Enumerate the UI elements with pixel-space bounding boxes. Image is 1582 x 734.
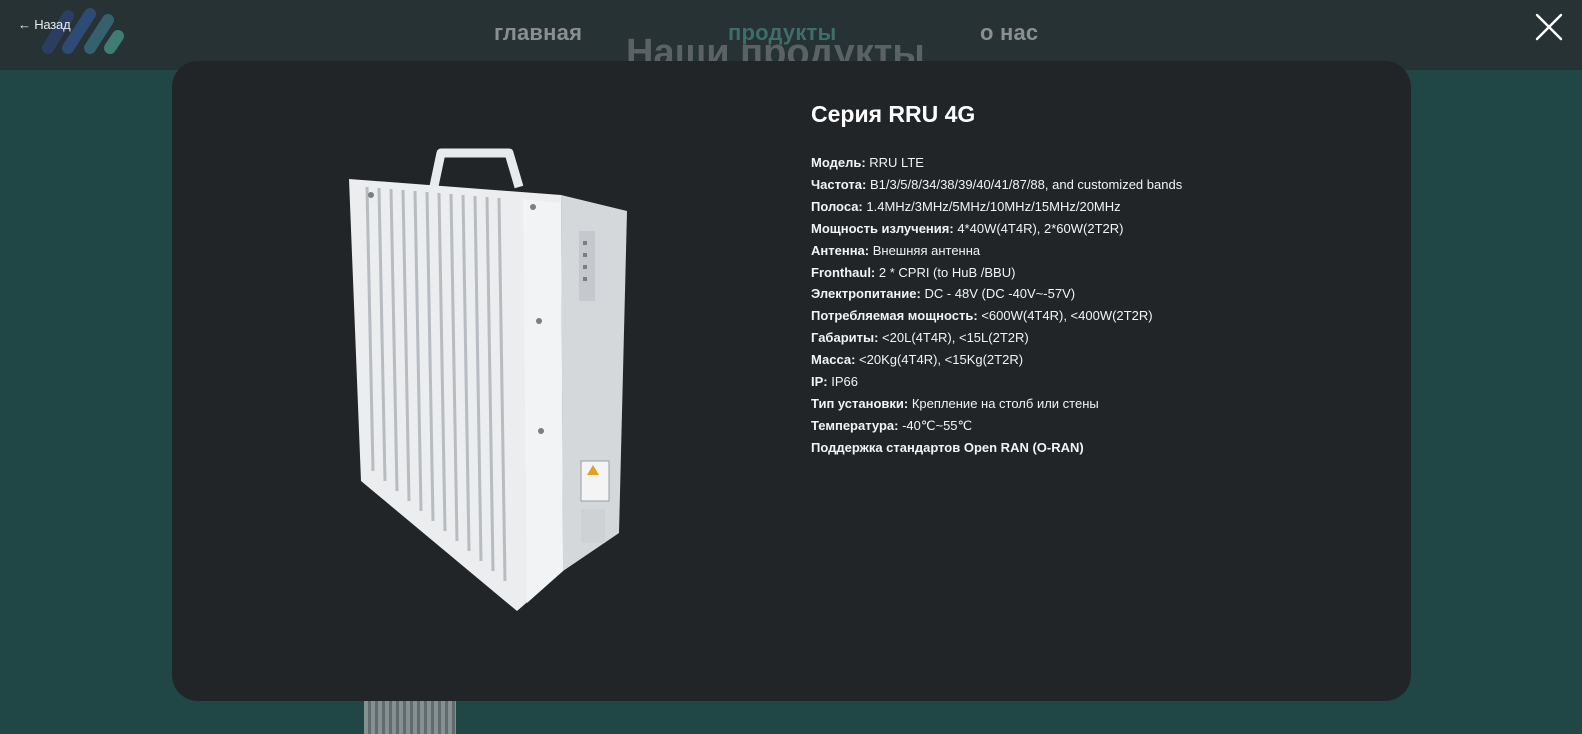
spec-label: Полоса: [811,198,863,214]
spec-label: Электропитание: [811,286,921,302]
spec-row: Потребляемая мощность: <600W(4T4R), <400… [811,305,1371,327]
spec-label: Температура: [811,417,899,433]
spec-row: Модель: RRU LTE [811,152,1371,174]
nav-products[interactable]: продукты [728,20,837,46]
spec-label: Антенна: [811,242,870,258]
rru-device-image [349,148,627,611]
spec-value: B1/3/5/8/34/38/39/40/41/87/88, and custo… [866,176,1183,192]
spec-label: Fronthaul: [811,264,876,280]
spec-row: Антенна: Внешняя антенна [811,240,1371,262]
spec-value: Внешняя антенна [869,242,981,258]
spec-row: Мощность излучения: 4*40W(4T4R), 2*60W(2… [811,218,1371,240]
product-details: Серия RRU 4G Модель: RRU LTE Частота: B1/… [811,101,1371,459]
spec-label: Модель: [811,155,866,170]
spec-label: Масса: [811,352,856,368]
spec-label: Поддержка стандартов Open RAN (O-RAN) [811,439,1084,455]
product-modal: Серия RRU 4G Модель: RRU LTE Частота: B1/… [172,61,1411,701]
spec-label: Габариты: [811,330,879,346]
product-title: Серия RRU 4G [811,101,976,127]
spec-list: Модель: RRU LTE Частота: B1/3/5/8/34/38/3… [811,152,1371,459]
spec-value: DC - 48V (DC -40V~-57V) [920,286,1076,302]
spec-label: Потребляемая мощность: [811,308,978,324]
spec-value: Крепление на столб или стены [908,395,1099,411]
spec-row: Масса: <20Kg(4T4R), <15Kg(2T2R) [811,349,1371,371]
spec-row: Частота: B1/3/5/8/34/38/39/40/41/87/88, … [811,174,1371,196]
spec-row: Габариты: <20L(4T4R), <15L(2T2R) [811,327,1371,349]
close-icon[interactable] [1534,12,1564,42]
spec-value: RRU LTE [865,155,924,170]
spec-value: <20L(4T4R), <15L(2T2R) [878,330,1029,346]
back-link[interactable]: ← Назад [18,17,71,32]
spec-value: <20Kg(4T4R), <15Kg(2T2R) [855,352,1024,368]
spec-value: 4*40W(4T4R), 2*60W(2T2R) [953,220,1124,236]
nav-home[interactable]: главная [494,20,582,46]
spec-row: Электропитание: DC - 48V (DC -40V~-57V) [811,283,1371,305]
nav-about[interactable]: о нас [980,20,1038,46]
spec-row: IP: IP66 [811,371,1371,393]
spec-label: Тип установки: [811,395,909,411]
spec-label: Мощность излучения: [811,220,954,236]
spec-value: -40℃~55℃ [898,417,973,433]
top-bar: ← Назад Наши продукты главная продукты о… [0,0,1582,70]
spec-value: 1.4MHz/3MHz/5MHz/10MHz/15MHz/20MHz [862,198,1121,214]
spec-label: IP: [811,374,828,390]
spec-value: 2 * CPRI (to HuB /BBU) [875,264,1016,280]
spec-row: Поддержка стандартов Open RAN (O-RAN) [811,437,1371,459]
spec-row: Температура: -40℃~55℃ [811,415,1371,437]
spec-row: Тип установки: Крепление на столб или ст… [811,393,1371,415]
background-product-thumbnail [364,698,456,734]
spec-value: IP66 [827,374,858,390]
spec-label: Частота: [811,176,867,192]
logo-icon [42,8,124,54]
spec-row: Fronthaul: 2 * CPRI (to HuB /BBU) [811,262,1371,284]
spec-value: <600W(4T4R), <400W(2T2R) [977,308,1153,324]
spec-row: Полоса: 1.4MHz/3MHz/5MHz/10MHz/15MHz/20M… [811,196,1371,218]
